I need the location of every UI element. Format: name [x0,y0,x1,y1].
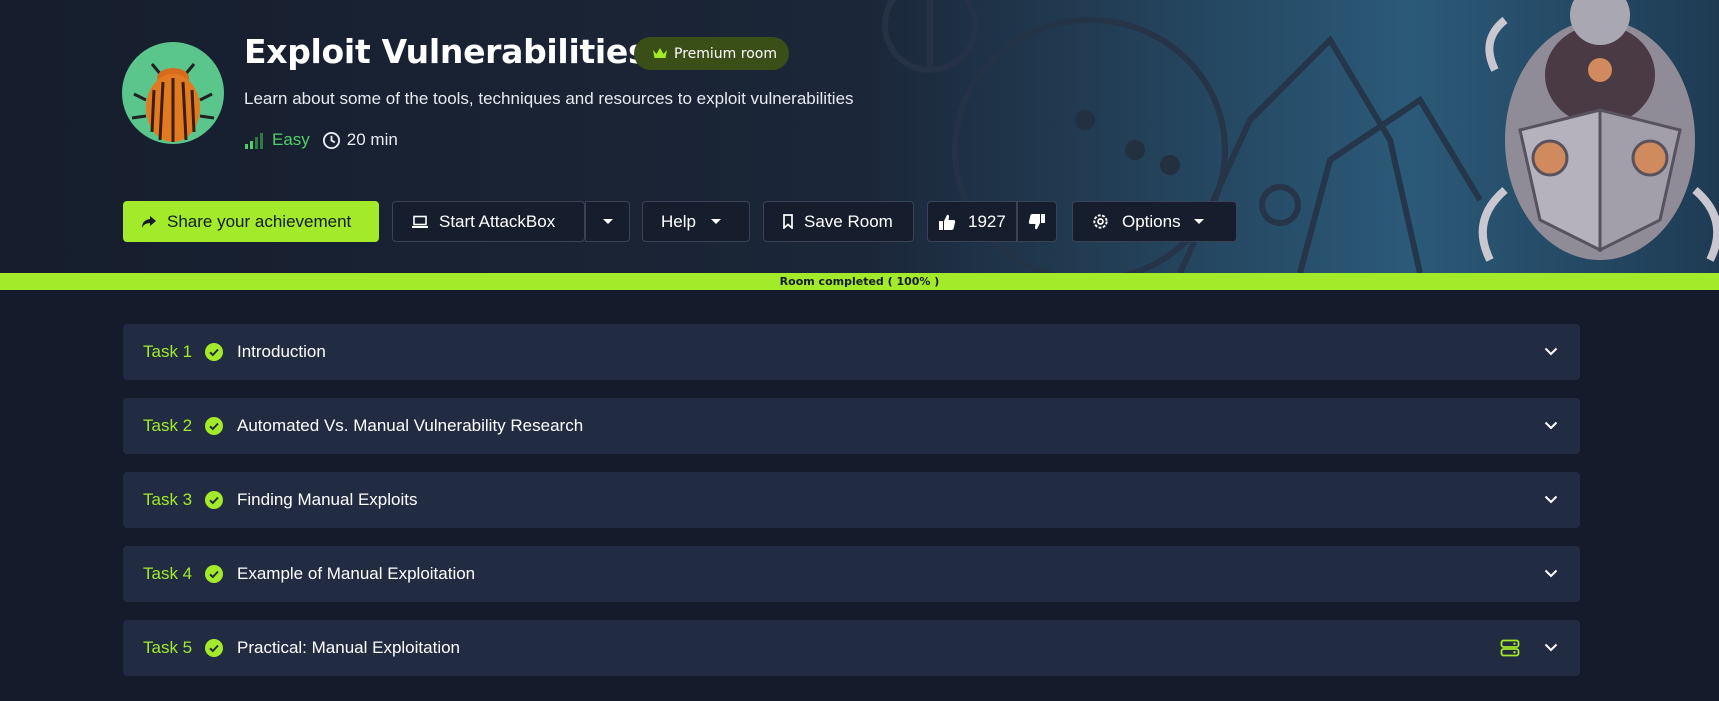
task-title: Example of Manual Exploitation [237,564,476,583]
save-room-label: Save Room [804,211,893,231]
like-button[interactable]: 1927 [927,201,1017,242]
premium-badge-label: Premium room [674,45,777,62]
chevron-down-icon [1193,218,1204,224]
gear-icon [1093,214,1108,229]
task-number: Task 5 [143,638,193,657]
options-button[interactable]: Options [1072,201,1237,242]
page-title: Exploit Vulnerabilities [244,32,648,71]
task-number: Task 3 [143,490,193,509]
chevron-down-icon[interactable] [1542,564,1560,582]
server-icon[interactable] [1500,638,1520,658]
thumbs-up-icon [939,214,956,230]
chevron-down-icon [710,218,721,224]
crown-icon [653,48,667,58]
bookmark-icon [783,214,793,229]
task-row[interactable]: Task 5 Practical: Manual Exploitation [123,620,1580,676]
check-circle-icon [205,491,223,509]
chevron-down-icon[interactable] [1542,490,1560,508]
check-circle-icon [205,343,223,361]
task-row[interactable]: Task 2 Automated Vs. Manual Vulnerability… [123,398,1580,454]
check-circle-icon [205,565,223,583]
difficulty-label: Easy [272,130,310,149]
premium-badge: Premium room [634,37,789,70]
start-attackbox-label: Start AttackBox [439,211,556,231]
room-description: Learn about some of the tools, technique… [244,89,854,108]
task-row[interactable]: Task 4 Example of Manual Exploitation [123,546,1580,602]
task-number: Task 1 [143,342,193,361]
like-count: 1927 [968,211,1006,231]
options-label: Options [1122,211,1181,231]
chevron-down-icon[interactable] [1542,638,1560,656]
room-meta: Easy 20 min [244,128,398,152]
save-room-button[interactable]: Save Room [763,201,914,242]
thumbs-down-icon [1028,213,1045,229]
chevron-down-icon [602,218,613,224]
task-number: Task 2 [143,416,193,435]
help-button[interactable]: Help [642,201,750,242]
share-achievement-label: Share your achievement [167,211,352,231]
attackbox-dropdown-button[interactable] [585,201,630,242]
progress-label: Room completed ( 100% ) [779,275,940,288]
dislike-button[interactable] [1017,201,1057,242]
chevron-down-icon[interactable] [1542,416,1560,434]
signal-bars-icon [245,133,263,149]
task-row[interactable]: Task 3 Finding Manual Exploits [123,472,1580,528]
check-circle-icon [205,639,223,657]
laptop-icon [412,215,428,228]
task-title: Practical: Manual Exploitation [237,638,461,657]
start-attackbox-button[interactable]: Start AttackBox [392,201,585,242]
help-label: Help [661,211,696,231]
share-achievement-button[interactable]: Share your achievement [123,201,379,242]
room-header: Exploit Vulnerabilities Premium room Lea… [0,0,1719,273]
clock-icon [322,131,340,149]
task-title: Finding Manual Exploits [237,490,418,509]
duration-label: 20 min [346,130,398,149]
chevron-down-icon[interactable] [1542,342,1560,360]
check-circle-icon [205,417,223,435]
task-row[interactable]: Task 1 Introduction [123,324,1580,380]
task-title: Automated Vs. Manual Vulnerability Resea… [237,416,584,435]
task-title: Introduction [237,342,326,361]
share-icon [142,215,156,228]
task-number: Task 4 [143,564,193,583]
room-progress-bar: Room completed ( 100% ) [0,273,1719,290]
room-logo [122,42,224,144]
